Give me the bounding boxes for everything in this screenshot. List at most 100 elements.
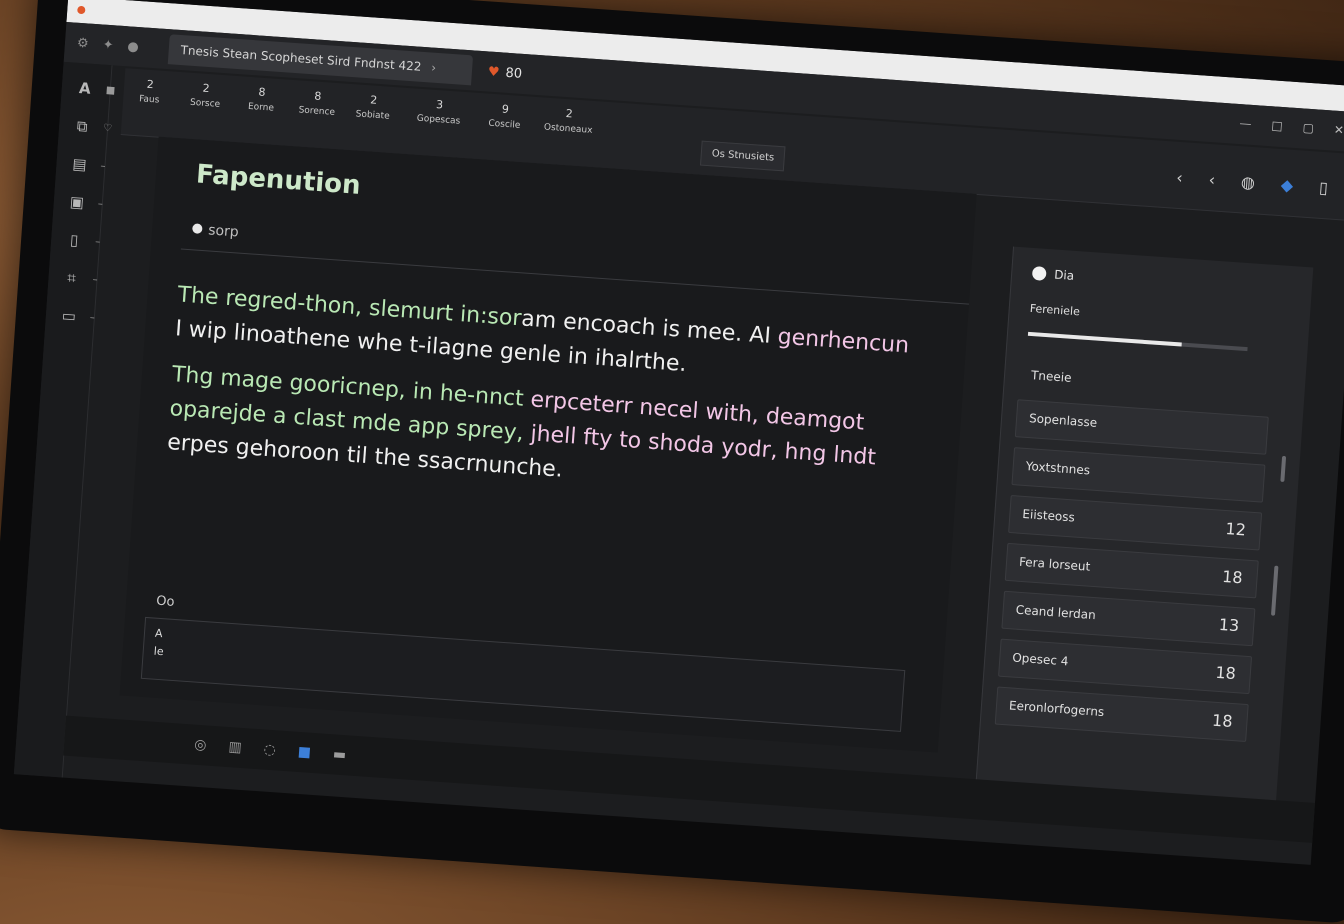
heart-count: 80	[505, 65, 523, 82]
doc-title[interactable]: Fapenution	[195, 159, 361, 200]
panel-row-label: Eeronlorfogerns	[1008, 698, 1105, 720]
ribbon-group-label: Sorsce	[189, 97, 221, 110]
ribbon-group[interactable]: 8 Eorne	[235, 84, 289, 115]
panel-row[interactable]: Opesec 4 18	[998, 638, 1253, 695]
tab-title: Tnesis Stean Scopheset Sird Fndnst 422	[180, 43, 422, 74]
ribbon-group-number: 2	[565, 107, 574, 121]
slider-fill	[1027, 331, 1182, 347]
textbox-line: A	[154, 626, 163, 641]
ribbon-group-number: 8	[258, 85, 266, 100]
panel-row[interactable]: Eiisteoss 12	[1008, 494, 1263, 551]
tab-close-icon[interactable]: ›	[431, 61, 437, 75]
ribbon-group-number: 3	[435, 97, 444, 112]
ribbon-group-number: 8	[313, 89, 322, 103]
screen-icon[interactable]: ▭	[57, 304, 80, 327]
rail-dash-icon: –	[94, 236, 101, 248]
copy-icon[interactable]: ⧉	[70, 115, 93, 138]
browser-logo-icon	[77, 5, 86, 15]
panel-row[interactable]: Fera lorseut 18	[1004, 542, 1259, 599]
doc-subtitle-text: sorp	[207, 222, 240, 241]
panel-row-label: Opesec 4	[1011, 650, 1069, 669]
restore-icon[interactable]: □	[1271, 118, 1283, 133]
ribbon-group[interactable]: 2 Sobiate	[346, 92, 400, 123]
panel-row-value: 12	[1224, 519, 1247, 540]
ribbon-group-label: Faus	[138, 94, 160, 106]
panel-row-value: 18	[1211, 710, 1234, 731]
close-icon[interactable]: ✕	[1333, 123, 1344, 138]
ribbon-group-label: Eorne	[247, 101, 275, 114]
ribbon-group[interactable]: 8 Sorence	[291, 88, 345, 119]
panel-row-value: 18	[1214, 662, 1237, 684]
document-canvas[interactable]: Fapenution sorp The regred-thon, slemurt…	[119, 136, 977, 753]
toggle-icon[interactable]	[1031, 265, 1047, 281]
opacity-slider[interactable]	[1027, 331, 1248, 352]
ribbon-group-number: 2	[369, 93, 378, 107]
panel-header-text: Dia	[1053, 267, 1075, 283]
panel-row-label: Fera lorseut	[1018, 554, 1091, 574]
crop-icon[interactable]: ⌗	[60, 266, 83, 289]
rail-dash-icon: –	[89, 312, 96, 324]
font-icon[interactable]: A	[73, 77, 96, 100]
ribbon-right-tools: ‹ ‹ ◍ ◆ ▯	[1176, 168, 1329, 198]
panel-row-label: Ceand lerdan	[1015, 602, 1097, 623]
ribbon-group-label: Gopescas	[416, 113, 461, 127]
doc-subtitle[interactable]: sorp	[192, 221, 240, 241]
ribbon-group[interactable]: 3 Gopescas	[412, 96, 466, 127]
ribbon-group-label: Coscile	[488, 118, 521, 131]
rail-dash-icon: –	[92, 274, 98, 286]
windows-icon[interactable]: ▥	[228, 739, 242, 756]
profile-icon[interactable]: ●	[127, 39, 139, 55]
panel-row[interactable]: Eeronlorfogerns 18	[994, 686, 1249, 743]
share-icon[interactable]: ◆	[1280, 175, 1294, 195]
scrollbar-thumb[interactable]	[1270, 565, 1279, 616]
ribbon-group[interactable]: 2 Ostoneaux	[542, 105, 596, 136]
rail-dash-icon: –	[97, 198, 104, 210]
page-icon[interactable]: ▤	[68, 152, 91, 175]
ribbon-group[interactable]: 9 Coscile	[478, 101, 532, 132]
panel-row-label: Eiisteoss	[1021, 506, 1076, 525]
folder-icon[interactable]: ▬	[332, 746, 346, 763]
ribbon-group-label: Sobiate	[355, 109, 390, 122]
collapse-icon[interactable]: ‹	[1208, 170, 1216, 189]
panel-row[interactable]: Ceand lerdan 13	[1001, 590, 1256, 647]
dock-icon[interactable]: ▯	[1318, 178, 1328, 198]
textbox-line: le	[153, 644, 165, 659]
scrollbar-thumb[interactable]	[1280, 455, 1287, 483]
heart-outline-icon[interactable]: ♡	[103, 123, 116, 136]
settings-icon[interactable]: ⚙	[76, 35, 89, 51]
globe-icon[interactable]: ◍	[1240, 172, 1255, 192]
pin-icon[interactable]: ✦	[102, 37, 114, 53]
panel-row-label: Sopenlasse	[1028, 411, 1098, 430]
heart-icon[interactable]: ♥	[487, 64, 500, 80]
panel-header[interactable]: Dia	[1031, 265, 1075, 283]
ribbon-group-number: 2	[146, 77, 155, 92]
ribbon-group-label: Ostoneaux	[543, 122, 593, 136]
back-icon[interactable]: ‹	[1176, 168, 1184, 187]
image-icon[interactable]: ▣	[65, 190, 88, 213]
laptop-bezel: ⚙ ✦ ● Tnesis Stean Scopheset Sird Fndnst…	[0, 0, 1344, 924]
rail-dot-icon: ■	[105, 84, 116, 97]
doc-textbox[interactable]: A le	[140, 616, 906, 732]
screen: ⚙ ✦ ● Tnesis Stean Scopheset Sird Fndnst…	[13, 0, 1344, 865]
properties-panel: Dia Fereniele Tneeie Sopenlasse Yoxtstnn…	[974, 246, 1314, 827]
left-rail: A ⧉ ▤ ▣ ▯ ⌗ ▭ ■ ♡ – – – – –	[13, 61, 116, 778]
panel-row-label: Yoxtstnnes	[1025, 458, 1091, 478]
rail-dash-icon: –	[100, 160, 106, 173]
ribbon-tag[interactable]: Os Stnusiets	[699, 140, 786, 172]
ribbon-group[interactable]: 2 Sorsce	[179, 80, 233, 111]
ribbon-group-number: 9	[501, 102, 510, 117]
search-icon[interactable]: ◌	[263, 742, 276, 759]
bullet-icon	[192, 223, 203, 234]
maximize-icon[interactable]: ▢	[1302, 120, 1314, 135]
ribbon-group[interactable]: 2 Faus	[123, 76, 177, 107]
tab-bar-icons: ⚙ ✦ ●	[65, 34, 139, 55]
layout-icon[interactable]: ▯	[63, 228, 86, 251]
start-icon[interactable]: ◎	[194, 737, 207, 754]
ribbon-group-number: 2	[202, 81, 211, 96]
panel-row-label: Tneeie	[1030, 368, 1072, 385]
ribbon-group-label: Sorence	[298, 105, 336, 118]
doc-body[interactable]: The regred-thon, slemurt in:soram encoac…	[165, 278, 917, 523]
panel-row[interactable]: Yoxtstnnes	[1011, 447, 1266, 503]
app-icon[interactable]: ■	[297, 744, 311, 761]
minimize-icon[interactable]: —	[1239, 116, 1252, 131]
